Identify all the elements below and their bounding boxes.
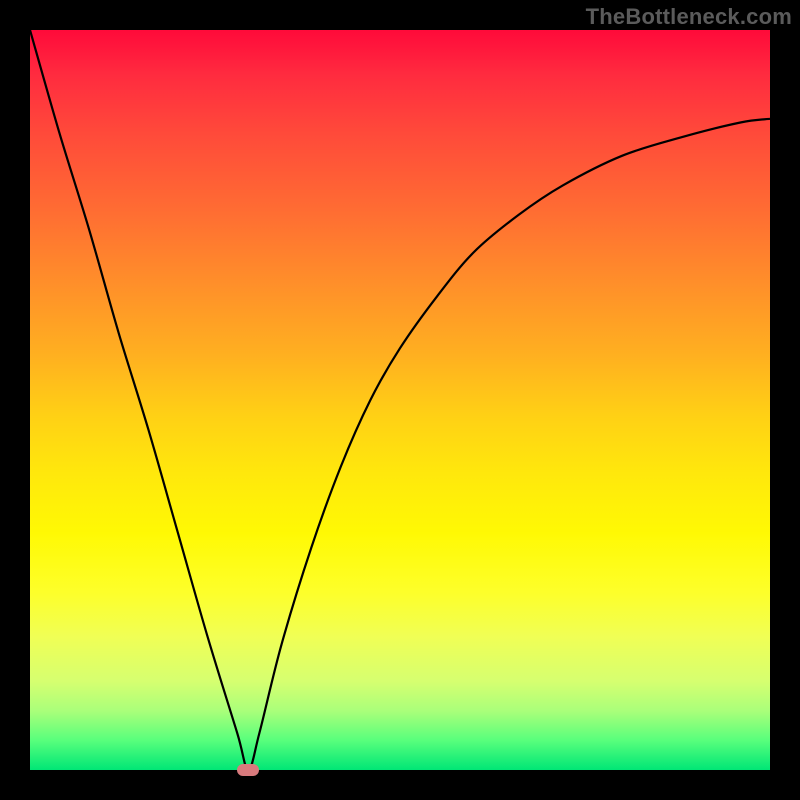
plot-area (30, 30, 770, 770)
min-marker (237, 764, 259, 776)
bottleneck-curve (30, 30, 770, 770)
watermark-text: TheBottleneck.com (586, 4, 792, 30)
chart-frame: TheBottleneck.com (0, 0, 800, 800)
curve-svg (30, 30, 770, 770)
